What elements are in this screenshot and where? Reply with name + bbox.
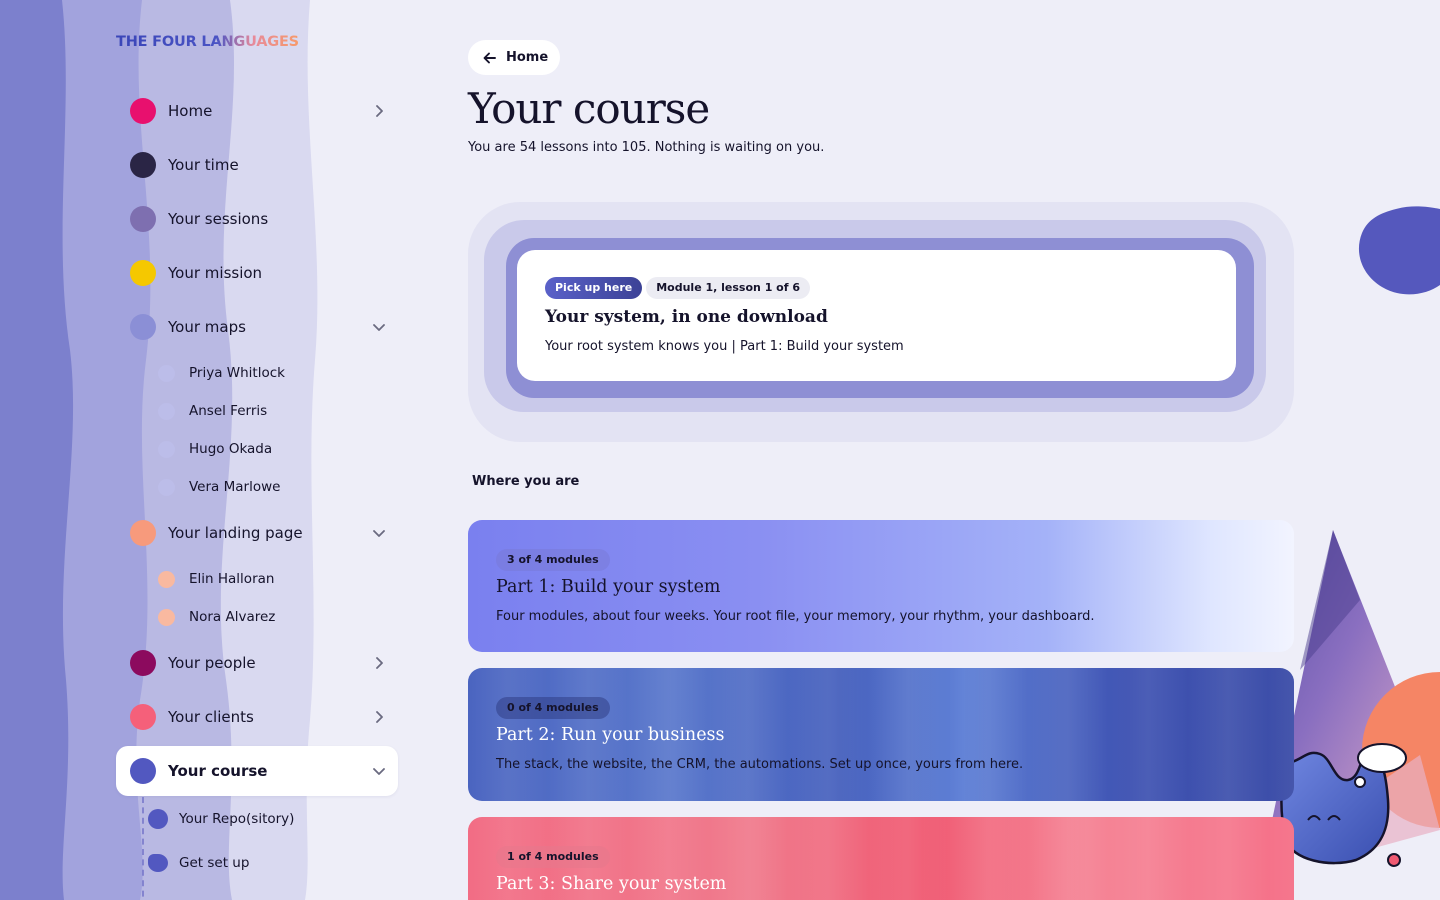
sidebar-item-your-mission[interactable]: Your mission: [116, 248, 398, 298]
sidebar-item-your-landing-page[interactable]: Your landing page: [116, 508, 398, 558]
map-dot-icon: [158, 440, 175, 458]
page-subtitle: You are 54 lessons into 105. Nothing is …: [468, 140, 825, 155]
sidebar-subitem-landing[interactable]: Elin Halloran: [158, 564, 274, 594]
landing-subitem-dot-icon: [158, 608, 175, 626]
sidebar-item-label: Your sessions: [168, 210, 269, 228]
maps-dot-icon: [130, 314, 156, 340]
sidebar-subitem-label: Get set up: [179, 855, 250, 871]
part-title: Part 3: Share your system: [496, 874, 727, 894]
part-title: Part 1: Build your system: [496, 577, 721, 597]
pick-up-badge: Pick up here: [545, 277, 643, 299]
sidebar-item-your-course[interactable]: Your course: [116, 746, 398, 796]
blob-decoration: [1358, 206, 1440, 295]
sidebar-item-label: Your landing page: [168, 524, 303, 542]
part-title: Part 2: Run your business: [496, 725, 725, 745]
sidebar-subitem-label: Nora Alvarez: [189, 609, 276, 625]
mission-dot-icon: [130, 260, 156, 286]
setup-dot-icon: [148, 854, 168, 872]
sidebar-subitem-label: Ansel Ferris: [189, 403, 268, 419]
sidebar-subitem-label: Vera Marlowe: [189, 479, 281, 495]
part-card[interactable]: 0 of 4 modules Part 2: Run your business…: [468, 668, 1294, 801]
sidebar-item-your-time[interactable]: Your time: [116, 140, 398, 190]
sidebar-item-label: Your course: [168, 762, 268, 780]
sidebar-subitem-map[interactable]: Vera Marlowe: [158, 472, 280, 502]
chevron-right-icon: [376, 711, 383, 723]
time-dot-icon: [130, 152, 156, 178]
sidebar-item-your-sessions[interactable]: Your sessions: [116, 194, 398, 244]
map-dot-icon: [158, 402, 175, 420]
sidebar-item-label: Your mission: [168, 264, 263, 282]
mascot-illustration: [1270, 530, 1440, 867]
sidebar-item-home[interactable]: Home: [116, 86, 398, 136]
page-title: Your course: [468, 84, 710, 133]
sidebar-item-your-clients[interactable]: Your clients: [116, 692, 398, 742]
resume-lesson-title: Your system, in one download: [545, 307, 828, 327]
chevron-right-icon: [376, 105, 383, 117]
module-progress-badge: 3 of 4 modules: [496, 549, 610, 571]
sidebar-nav: Home Your time Your sessions Your missio…: [0, 0, 420, 900]
tree-connector-line: [142, 797, 144, 900]
map-dot-icon: [158, 364, 175, 382]
sidebar-item-your-maps[interactable]: Your maps: [116, 302, 398, 352]
landing-subitem-dot-icon: [158, 570, 175, 588]
sidebar-subitem-label: Hugo Okada: [189, 441, 273, 457]
sidebar-subitem-label: Your Repo(sitory): [179, 811, 295, 827]
sidebar-subitem-map[interactable]: Ansel Ferris: [158, 396, 267, 426]
sidebar-item-label: Your time: [168, 156, 239, 174]
repo-dot-icon: [148, 809, 168, 829]
sidebar-subitem-label: Priya Whitlock: [189, 365, 285, 381]
module-progress-badge: 0 of 4 modules: [496, 697, 610, 719]
sidebar-item-label: Home: [168, 102, 213, 120]
sessions-dot-icon: [130, 206, 156, 232]
home-dot-icon: [130, 98, 156, 124]
sidebar-subitem-course[interactable]: Your Repo(sitory): [148, 804, 294, 834]
people-dot-icon: [130, 650, 156, 676]
section-heading: Where you are: [472, 474, 580, 489]
sidebar-subitem-map[interactable]: Hugo Okada: [158, 434, 272, 464]
module-progress-badge: 1 of 4 modules: [496, 846, 610, 868]
sidebar-subitem-map[interactable]: Priya Whitlock: [158, 358, 285, 388]
resume-lesson-card[interactable]: Pick up here Module 1, lesson 1 of 6 Your…: [517, 250, 1236, 381]
course-dot-icon: [130, 758, 156, 784]
lesson-position-badge: Module 1, lesson 1 of 6: [646, 277, 811, 299]
sidebar-item-your-people[interactable]: Your people: [116, 638, 398, 688]
sidebar-subitem-course[interactable]: Get set up: [148, 848, 249, 878]
back-home-button[interactable]: Home: [468, 40, 560, 75]
arrow-left-icon: [483, 52, 496, 63]
part-description: Four modules, about four weeks. Your roo…: [496, 609, 1095, 624]
sidebar-item-label: Your clients: [168, 708, 254, 726]
clients-dot-icon: [130, 704, 156, 730]
part-card[interactable]: 3 of 4 modules Part 1: Build your system…: [468, 520, 1294, 652]
map-dot-icon: [158, 478, 175, 496]
part-description: The stack, the website, the CRM, the aut…: [496, 757, 1024, 772]
chevron-down-icon: [373, 768, 385, 775]
sidebar-item-label: Your people: [168, 654, 256, 672]
part-card[interactable]: 1 of 4 modules Part 3: Share your system: [468, 817, 1294, 900]
resume-lesson-meta: Your root system knows you | Part 1: Bui…: [545, 339, 904, 354]
sidebar-subitem-label: Elin Halloran: [189, 571, 275, 587]
landing-dot-icon: [130, 520, 156, 546]
chevron-down-icon: [373, 324, 385, 331]
back-home-label: Home: [506, 50, 549, 65]
chevron-right-icon: [376, 657, 383, 669]
sidebar-item-label: Your maps: [168, 318, 246, 336]
sidebar-subitem-landing[interactable]: Nora Alvarez: [158, 602, 275, 632]
chevron-down-icon: [373, 530, 385, 537]
